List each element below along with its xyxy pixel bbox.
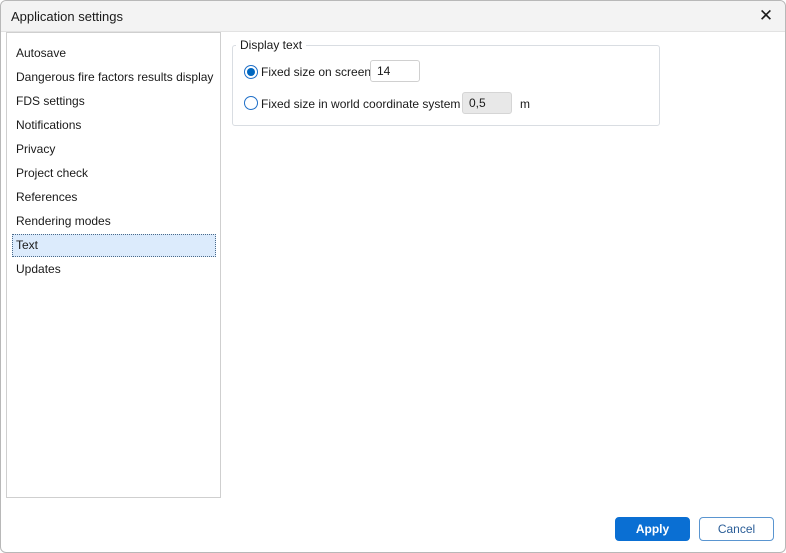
sidebar-item-project-check[interactable]: Project check xyxy=(12,162,216,185)
fixed-size-world-label[interactable]: Fixed size in world coordinate system xyxy=(261,97,460,111)
sidebar-item-dangerous-fire-factors[interactable]: Dangerous fire factors results display xyxy=(12,66,216,89)
screen-size-input[interactable]: 14 xyxy=(370,60,420,82)
fixed-size-screen-radio[interactable] xyxy=(244,65,258,79)
sidebar-item-references[interactable]: References xyxy=(12,186,216,209)
apply-button[interactable]: Apply xyxy=(615,517,690,541)
sidebar-item-autosave[interactable]: Autosave xyxy=(12,42,216,65)
dialog-title: Application settings xyxy=(11,9,124,24)
world-size-unit: m xyxy=(520,97,530,111)
display-text-group xyxy=(232,45,660,126)
sidebar-item-updates[interactable]: Updates xyxy=(12,258,216,281)
sidebar-item-text[interactable]: Text xyxy=(12,234,216,257)
close-icon[interactable]: ✕ xyxy=(755,6,777,26)
fixed-size-world-radio[interactable] xyxy=(244,96,258,110)
sidebar-item-notifications[interactable]: Notifications xyxy=(12,114,216,137)
cancel-button[interactable]: Cancel xyxy=(699,517,774,541)
settings-category-list[interactable]: Autosave Dangerous fire factors results … xyxy=(6,32,221,498)
fixed-size-screen-label[interactable]: Fixed size on screen xyxy=(261,65,371,79)
sidebar-item-privacy[interactable]: Privacy xyxy=(12,138,216,161)
display-text-legend: Display text xyxy=(236,38,307,52)
title-bar: Application settings ✕ xyxy=(1,1,785,32)
sidebar-item-fds-settings[interactable]: FDS settings xyxy=(12,90,216,113)
world-size-input[interactable]: 0,5 xyxy=(462,92,512,114)
sidebar-item-rendering-modes[interactable]: Rendering modes xyxy=(12,210,216,233)
